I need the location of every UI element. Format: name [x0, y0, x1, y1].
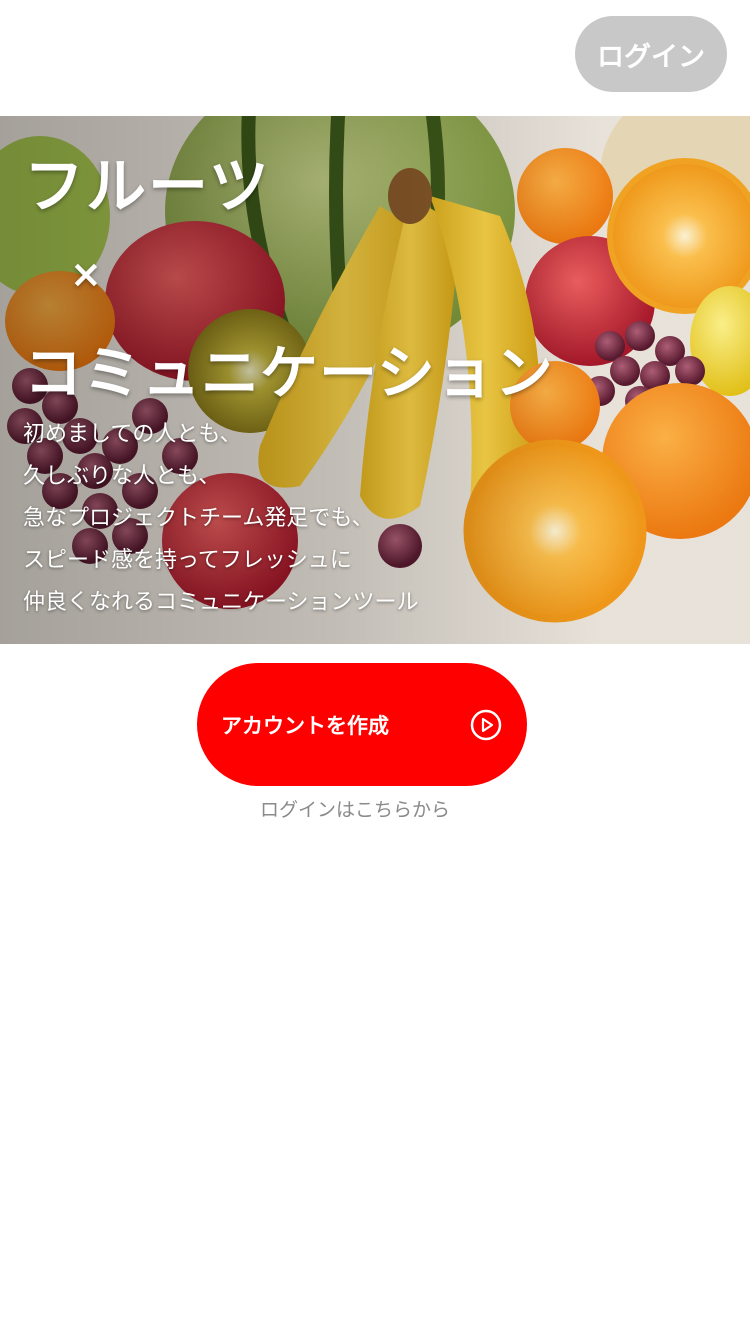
hero-title-separator: ×: [70, 252, 102, 296]
landing-page: ログイン フルーツ × コミュニケーション 初めましての人とも、 久しぶりな人と…: [0, 0, 750, 1334]
tagline-line: 初めましての人とも、: [23, 422, 242, 447]
hero-title-line-2: コミュニケーション: [24, 339, 554, 407]
tagline-line: 急なプロジェクトチーム発足でも、: [23, 506, 374, 531]
login-button[interactable]: ログイン: [575, 16, 727, 92]
tagline-line: 仲良くなれるコミュニケーションツール: [23, 590, 419, 615]
hero-title-line-1: フルーツ: [24, 152, 271, 222]
login-link[interactable]: ログインはこちらから: [0, 795, 710, 822]
create-account-button[interactable]: アカウントを作成: [197, 663, 527, 786]
hero-banner: フルーツ × コミュニケーション 初めましての人とも、 久しぶりな人とも、 急な…: [0, 116, 750, 644]
hero-tagline: 初めましての人とも、 久しぶりな人とも、 急なプロジェクトチーム発足でも、 スピ…: [23, 414, 419, 624]
tagline-line: 久しぶりな人とも、: [23, 464, 221, 489]
play-circle-icon: [470, 709, 502, 741]
tagline-line: スピード感を持ってフレッシュに: [23, 548, 352, 573]
header: ログイン: [0, 0, 750, 116]
